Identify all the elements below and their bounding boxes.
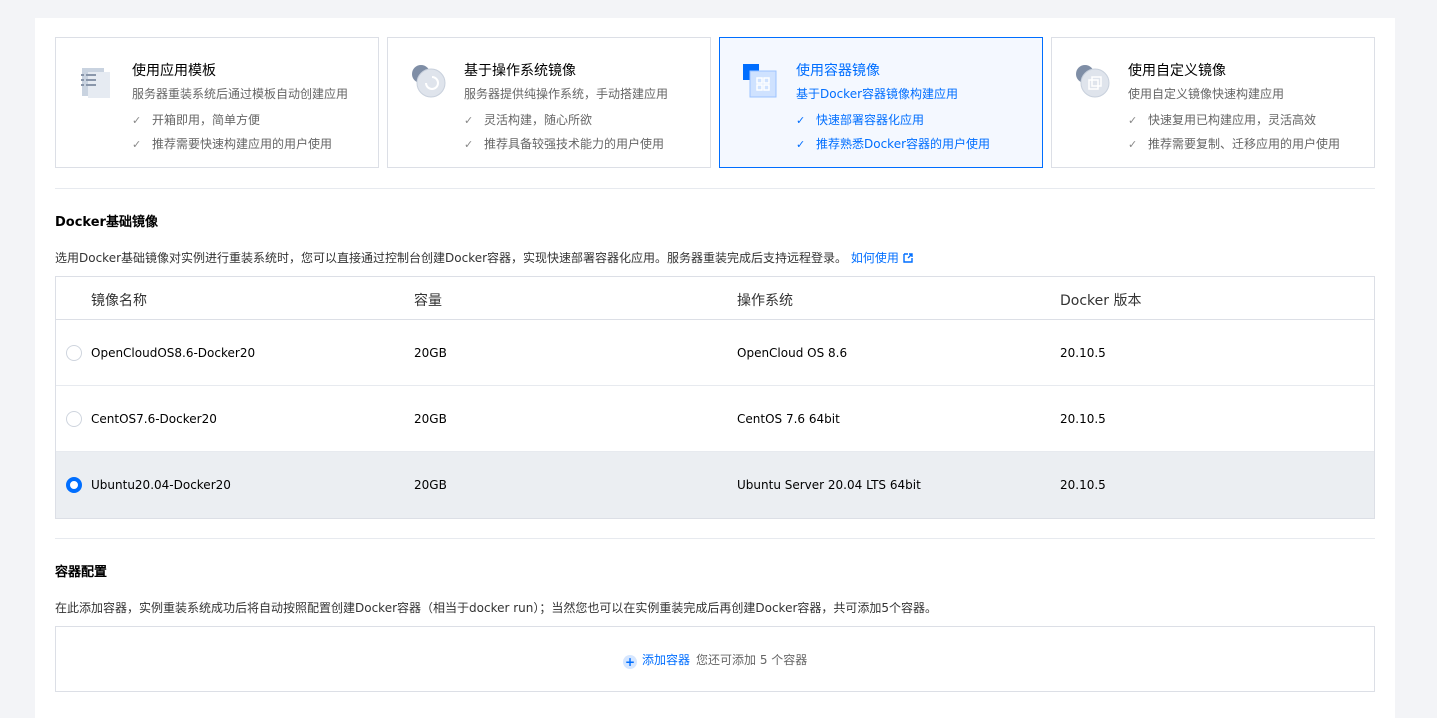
docker-version: 20.10.5 <box>1060 346 1106 360</box>
card-feature: ✓ 推荐需要复制、迁移应用的用户使用 <box>1128 137 1341 151</box>
image-type-cards: 使用应用模板 服务器重装系统后通过模板自动创建应用 ✓ 开箱即用，简单方便 ✓ 推荐… <box>55 37 1375 168</box>
row-radio[interactable] <box>66 345 82 361</box>
add-container-button[interactable]: + 添加容器 <box>623 653 690 669</box>
divider <box>55 188 1375 189</box>
container-image-icon <box>743 64 777 98</box>
card-desc: 服务器重装系统后通过模板自动创建应用 <box>132 87 349 101</box>
card-desc: 服务器提供纯操作系统，手动搭建应用 <box>464 87 669 101</box>
card-desc: 基于Docker容器镜像构建应用 <box>796 87 959 101</box>
card-container-image[interactable]: 使用容器镜像 基于Docker容器镜像构建应用 ✓ 快速部署容器化应用 ✓ 推荐熟悉… <box>719 37 1043 168</box>
card-desc: 使用自定义镜像快速构建应用 <box>1128 87 1285 101</box>
image-name: OpenCloudOS8.6-Docker20 <box>91 346 256 360</box>
table-row[interactable]: OpenCloudOS8.6-Docker20 20GB OpenCloud O… <box>56 320 1374 386</box>
card-feature: ✓ 推荐需要快速构建应用的用户使用 <box>132 137 333 151</box>
reinstall-panel: 使用应用模板 服务器重装系统后通过模板自动创建应用 ✓ 开箱即用，简单方便 ✓ 推荐… <box>35 18 1395 718</box>
docker-section-desc: 选用Docker基础镜像对实例进行重装系统时，您可以直接通过控制台创建Docke… <box>55 249 913 266</box>
custom-image-icon <box>1076 65 1110 98</box>
check-icon: ✓ <box>1128 138 1138 151</box>
image-name: Ubuntu20.04-Docker20 <box>91 478 231 492</box>
image-size: 20GB <box>414 478 447 492</box>
docker-version: 20.10.5 <box>1060 478 1106 492</box>
check-icon: ✓ <box>796 114 806 127</box>
divider <box>55 538 1375 539</box>
container-section-desc: 在此添加容器，实例重装系统成功后将自动按照配置创建Docker容器（相当于doc… <box>55 601 938 615</box>
table-row[interactable]: Ubuntu20.04-Docker20 20GB Ubuntu Server … <box>56 452 1374 518</box>
table-row[interactable]: CentOS7.6-Docker20 20GB CentOS 7.6 64bit… <box>56 386 1374 452</box>
image-size: 20GB <box>414 346 447 360</box>
os-image-icon <box>412 65 446 98</box>
docker-section-title: Docker基础镜像 <box>55 215 158 230</box>
card-title: 基于操作系统镜像 <box>464 63 576 79</box>
table-header: 镜像名称 容量 操作系统 Docker 版本 <box>56 277 1374 320</box>
image-name: CentOS7.6-Docker20 <box>91 412 217 426</box>
docker-image-table: 镜像名称 容量 操作系统 Docker 版本 OpenCloudOS8.6-Do… <box>55 276 1375 519</box>
container-section-title: 容器配置 <box>55 565 108 580</box>
how-to-use-link[interactable]: 如何使用 <box>851 251 913 265</box>
column-header-os: 操作系统 <box>737 293 793 309</box>
container-list-box: + 添加容器 您还可添加 5 个容器 <box>55 626 1375 692</box>
card-app-template[interactable]: 使用应用模板 服务器重装系统后通过模板自动创建应用 ✓ 开箱即用，简单方便 ✓ 推荐… <box>55 37 379 168</box>
card-feature: ✓ 推荐熟悉Docker容器的用户使用 <box>796 137 991 151</box>
card-custom-image[interactable]: 使用自定义镜像 使用自定义镜像快速构建应用 ✓ 快速复用已构建应用，灵活高效 ✓ 推… <box>1051 37 1375 168</box>
card-title: 使用应用模板 <box>132 63 216 79</box>
card-feature: ✓ 开箱即用，简单方便 <box>132 113 261 127</box>
column-header-name: 镜像名称 <box>91 293 147 309</box>
check-icon: ✓ <box>132 114 142 127</box>
check-icon: ✓ <box>464 138 474 151</box>
plus-icon: + <box>623 655 637 669</box>
row-radio[interactable] <box>66 411 82 427</box>
image-os: Ubuntu Server 20.04 LTS 64bit <box>737 478 921 492</box>
image-os: OpenCloud OS 8.6 <box>737 346 848 360</box>
card-feature: ✓ 快速部署容器化应用 <box>796 113 925 127</box>
card-feature: ✓ 快速复用已构建应用，灵活高效 <box>1128 113 1317 127</box>
card-feature: ✓ 灵活构建，随心所欲 <box>464 113 593 127</box>
add-container-area: + 添加容器 您还可添加 5 个容器 <box>623 651 807 669</box>
image-os: CentOS 7.6 64bit <box>737 412 840 426</box>
app-template-icon <box>81 68 110 98</box>
image-size: 20GB <box>414 412 447 426</box>
add-container-hint: 您还可添加 5 个容器 <box>696 653 808 667</box>
card-title: 使用容器镜像 <box>796 63 880 79</box>
docker-desc-text: 选用Docker基础镜像对实例进行重装系统时，您可以直接通过控制台创建Docke… <box>55 251 848 265</box>
check-icon: ✓ <box>1128 114 1138 127</box>
docker-version: 20.10.5 <box>1060 412 1106 426</box>
external-link-icon <box>903 253 913 263</box>
row-radio[interactable] <box>66 477 82 493</box>
card-title: 使用自定义镜像 <box>1128 63 1226 79</box>
card-os-image[interactable]: 基于操作系统镜像 服务器提供纯操作系统，手动搭建应用 ✓ 灵活构建，随心所欲 ✓ 推… <box>387 37 711 168</box>
check-icon: ✓ <box>132 138 142 151</box>
column-header-size: 容量 <box>414 293 442 309</box>
check-icon: ✓ <box>464 114 474 127</box>
column-header-version: Docker 版本 <box>1060 293 1142 309</box>
check-icon: ✓ <box>796 138 806 151</box>
card-feature: ✓ 推荐具备较强技术能力的用户使用 <box>464 137 665 151</box>
